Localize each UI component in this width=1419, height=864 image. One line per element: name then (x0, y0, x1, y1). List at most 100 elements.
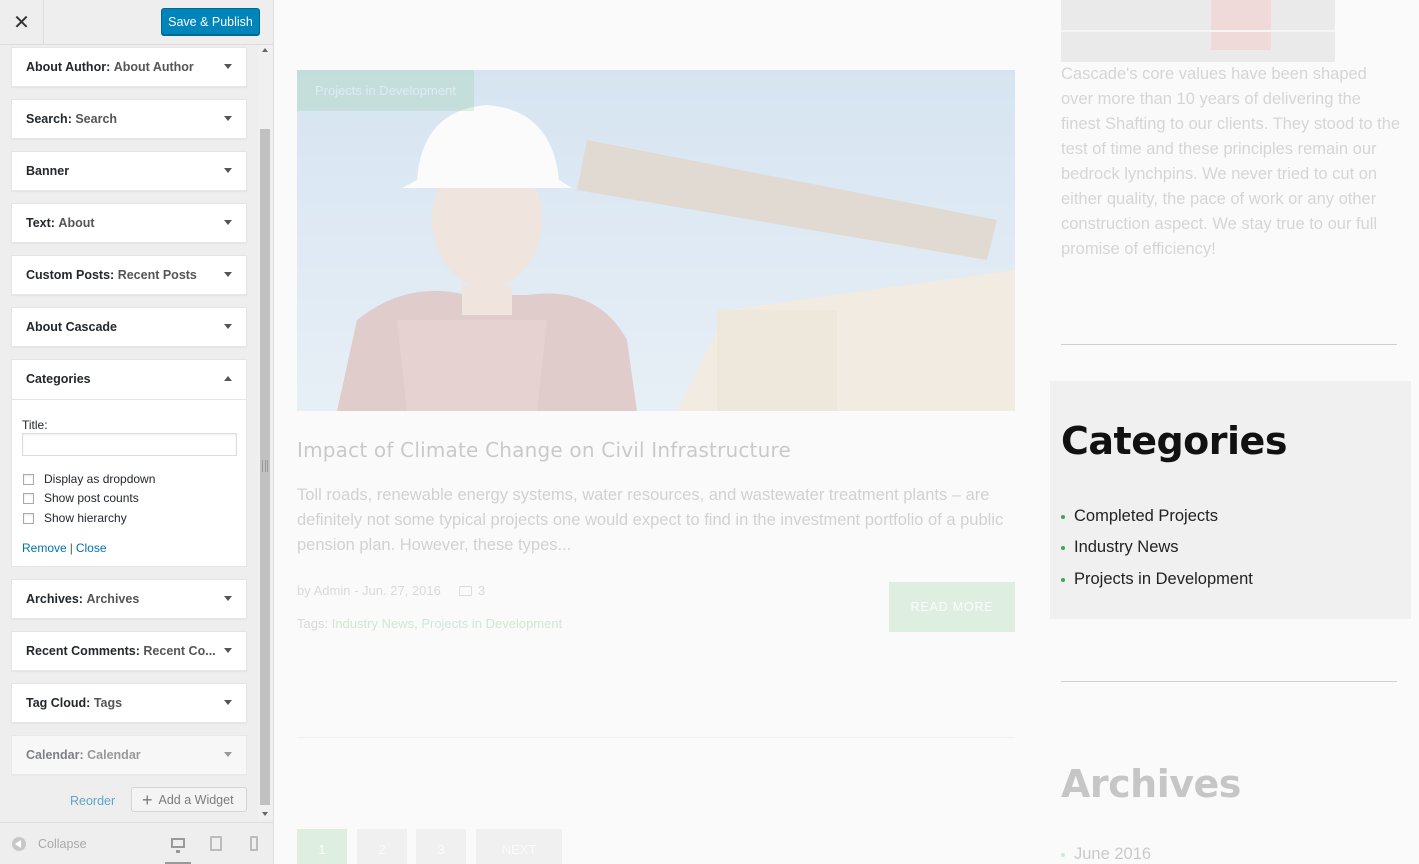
tag-link[interactable]: Industry News (332, 616, 414, 631)
widget-calendar[interactable]: Calendar: Calendar (11, 735, 247, 775)
close-icon: ✕ (13, 11, 30, 34)
chevron-down-icon (224, 116, 232, 121)
display-dropdown-option[interactable]: Display as dropdown (23, 472, 155, 486)
show-post-counts-option[interactable]: Show post counts (23, 491, 139, 505)
post-title[interactable]: Impact of Climate Change on Civil Infras… (297, 438, 791, 462)
widget-categories-header[interactable]: Categories (12, 360, 246, 400)
construction-worker-image (297, 70, 1015, 411)
collapse-button[interactable]: Collapse (12, 837, 87, 851)
post-tags: Tags: Industry News, Projects in Develop… (297, 616, 563, 631)
post-byline: by Admin - Jun. 27, 2016 (297, 583, 441, 598)
bullet-icon (1061, 514, 1065, 519)
categories-title: Categories (1061, 419, 1287, 463)
reorder-link[interactable]: Reorder (70, 794, 115, 808)
comment-icon (458, 585, 472, 596)
widget-title: Custom Posts: Recent Posts (26, 268, 197, 282)
bullet-icon (1061, 852, 1065, 857)
chevron-down-icon (224, 752, 232, 757)
customizer-header: ✕ Save & Publish (0, 0, 273, 45)
widget-actions: Remove | Close (22, 541, 107, 555)
widget-title: Categories (26, 372, 91, 386)
widget-search[interactable]: Search: Search (11, 99, 247, 139)
checkbox[interactable] (23, 492, 34, 504)
chevron-down-icon (224, 596, 232, 601)
widget-title: About Author: About Author (26, 60, 194, 74)
title-label: Title: (22, 418, 48, 432)
widget-recent-comments[interactable]: Recent Comments: Recent Co... (11, 631, 247, 671)
widget-title: Calendar: Calendar (26, 748, 141, 762)
customizer-footer: Collapse (0, 822, 273, 864)
widget-banner[interactable]: Banner (11, 151, 247, 191)
divider (1061, 681, 1397, 682)
divider (297, 737, 1015, 738)
category-link[interactable]: Projects in Development (1061, 570, 1253, 589)
widget-title: Archives: Archives (26, 592, 140, 606)
about-text: Cascade's core values have been shaped o… (1061, 65, 1401, 258)
desktop-icon (171, 838, 185, 853)
widget-title: Tag Cloud: Tags (26, 696, 123, 710)
chevron-down-icon (224, 648, 232, 653)
category-link[interactable]: Industry News (1061, 538, 1179, 557)
close-link[interactable]: Close (76, 541, 107, 555)
read-more-button[interactable]: READ MORE (889, 582, 1015, 632)
close-customizer-button[interactable]: ✕ (0, 0, 44, 44)
widget-about-cascade[interactable]: About Cascade (11, 307, 247, 347)
tag-link[interactable]: Projects in Development (421, 616, 562, 631)
preview-tablet-button[interactable] (203, 831, 229, 864)
preview-desktop-button[interactable] (165, 831, 191, 864)
widget-title: Recent Comments: Recent Co... (26, 644, 216, 658)
customizer-panel: ✕ Save & Publish About Author: About Aut… (0, 0, 274, 864)
resize-handle-icon[interactable] (262, 460, 268, 472)
mobile-icon (250, 836, 258, 851)
post-excerpt: Toll roads, renewable energy systems, wa… (297, 486, 1004, 554)
widget-archives[interactable]: Archives: Archives (11, 579, 247, 619)
widget-text-about[interactable]: Text: About (11, 203, 247, 243)
chevron-down-icon (224, 272, 232, 277)
post-category-badge[interactable]: Projects in Development (297, 70, 474, 111)
archives-title: Archives (1061, 762, 1241, 806)
pagination-page-2[interactable]: 2 (357, 829, 407, 864)
chevron-down-icon (224, 220, 232, 225)
widget-title: Text: About (26, 216, 95, 230)
pagination-page-1[interactable]: 1 (297, 829, 347, 864)
widget-categories-expanded: Categories Title: Display as dropdown Sh… (11, 359, 247, 567)
widget-title: About Cascade (26, 320, 117, 334)
show-hierarchy-option[interactable]: Show hierarchy (23, 511, 127, 525)
save-publish-button[interactable]: Save & Publish (161, 8, 260, 35)
chevron-up-icon (224, 376, 232, 381)
add-widget-button[interactable]: + Add a Widget (131, 787, 247, 812)
chevron-down-icon (224, 168, 232, 173)
widget-list: About Author: About Author Search: Searc… (0, 45, 258, 820)
category-link[interactable]: Completed Projects (1061, 507, 1218, 526)
checkbox[interactable] (23, 473, 34, 485)
title-input[interactable] (22, 433, 237, 456)
pagination-page-3[interactable]: 3 (416, 829, 466, 864)
chevron-down-icon (224, 324, 232, 329)
scroll-up-arrow-icon[interactable] (262, 48, 268, 52)
bullet-icon (1061, 545, 1065, 550)
post-featured-image[interactable] (297, 70, 1015, 411)
widget-tag-cloud[interactable]: Tag Cloud: Tags (11, 683, 247, 723)
widget-title: Banner (26, 164, 70, 178)
post-meta: by Admin - Jun. 27, 2016 3 (297, 583, 485, 598)
about-image (1061, 0, 1335, 62)
scrollbar[interactable] (258, 45, 273, 820)
pagination-next[interactable]: NEXT (476, 829, 562, 864)
categories-widget-preview: Categories Completed Projects Industry N… (1050, 381, 1411, 619)
collapse-arrow-icon (12, 837, 26, 851)
widget-custom-posts[interactable]: Custom Posts: Recent Posts (11, 255, 247, 295)
archive-link[interactable]: June 2016 (1061, 845, 1151, 864)
widget-title: Search: Search (26, 112, 118, 126)
tablet-icon (210, 836, 222, 851)
bullet-icon (1061, 577, 1065, 582)
scroll-down-arrow-icon[interactable] (262, 812, 268, 816)
preview-mobile-button[interactable] (241, 831, 267, 864)
chevron-down-icon (224, 700, 232, 705)
divider (1061, 344, 1397, 345)
remove-link[interactable]: Remove (22, 541, 67, 555)
comment-count[interactable]: 3 (478, 583, 485, 598)
widget-about-author[interactable]: About Author: About Author (11, 47, 247, 87)
widget-area-actions: Reorder + Add a Widget (0, 787, 258, 817)
checkbox[interactable] (23, 512, 34, 524)
plus-icon: + (142, 789, 153, 810)
